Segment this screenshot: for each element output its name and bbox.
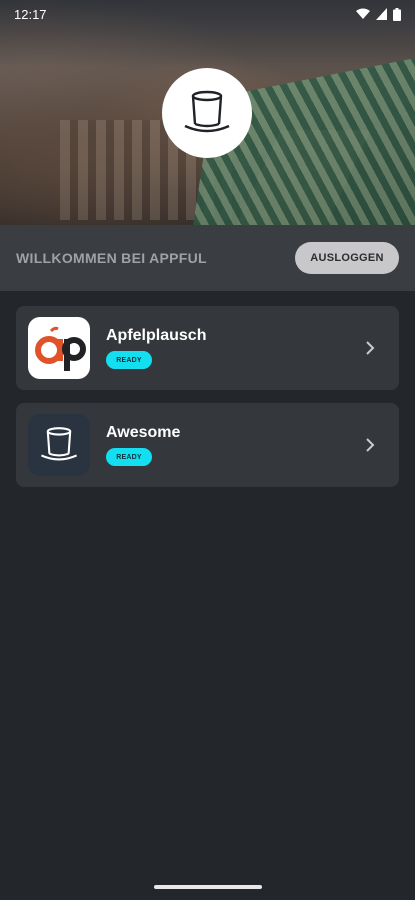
battery-icon xyxy=(393,7,401,21)
app-info: Awesome READY xyxy=(106,424,180,466)
top-hat-icon xyxy=(184,90,230,133)
app-icon xyxy=(28,414,90,476)
logout-button[interactable]: AUSLOGGEN xyxy=(295,242,399,274)
welcome-title: WILLKOMMEN BEI APPFUL xyxy=(16,250,207,266)
status-badge: READY xyxy=(106,351,152,369)
app-name: Apfelplausch xyxy=(106,327,207,344)
app-card-awesome[interactable]: Awesome READY xyxy=(16,403,399,487)
status-icons xyxy=(356,7,401,21)
chevron-right-icon xyxy=(363,341,377,355)
welcome-bar: WILLKOMMEN BEI APPFUL AUSLOGGEN xyxy=(0,225,415,291)
wifi-icon xyxy=(356,8,370,19)
app-name: Awesome xyxy=(106,424,181,441)
app-card-apfelplausch[interactable]: Apfelplausch READY xyxy=(16,306,399,390)
app-logo xyxy=(162,68,252,158)
app-icon xyxy=(28,317,90,379)
signal-icon xyxy=(376,8,387,20)
status-bar: 12:17 xyxy=(0,0,415,28)
chevron-right-icon xyxy=(363,438,377,452)
apfelplausch-logo-icon xyxy=(35,326,86,371)
home-indicator[interactable] xyxy=(154,885,262,889)
status-time: 12:17 xyxy=(14,6,47,22)
status-badge: READY xyxy=(106,448,152,466)
top-hat-icon xyxy=(40,427,78,461)
app-info: Apfelplausch READY xyxy=(106,327,206,369)
